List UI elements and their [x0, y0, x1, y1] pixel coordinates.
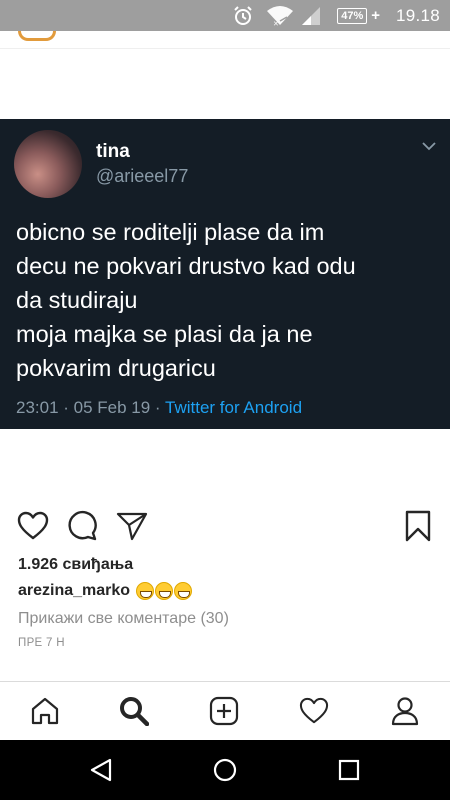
- laughing-emoji-icon: [136, 582, 155, 600]
- recents-button[interactable]: [334, 755, 364, 785]
- chevron-down-icon: [422, 139, 436, 153]
- post-time-ago: ПРЕ 7 Н: [18, 637, 65, 649]
- signal-icon: [300, 0, 322, 31]
- home-button[interactable]: [210, 755, 240, 785]
- nav-home[interactable]: [28, 694, 62, 728]
- nav-profile[interactable]: [388, 694, 422, 728]
- profile-icon: [391, 697, 419, 726]
- laughing-emoji-icon: [174, 582, 193, 600]
- tweet-author-name: tina: [96, 141, 130, 162]
- tweet-text: obicno se roditelji plase da im decu ne …: [16, 219, 356, 381]
- wifi-icon: ✕: [266, 0, 294, 31]
- status-bar: ✕ 47% + 19.18: [0, 0, 450, 31]
- home-icon: [31, 697, 59, 725]
- post-actions: [0, 508, 450, 544]
- nav-search[interactable]: [117, 694, 151, 728]
- tweet-meta: 23:01 · 05 Feb 19 · Twitter for Android: [16, 398, 302, 418]
- battery-charging-icon: 47% +: [337, 0, 380, 31]
- back-icon: [90, 758, 112, 782]
- status-time: 19.18: [395, 5, 440, 25]
- add-post-icon: [209, 696, 239, 726]
- post-header-strip: [0, 31, 450, 49]
- post-image-tweet[interactable]: tina @arieeel77 obicno se roditelji plas…: [0, 119, 450, 429]
- bottom-nav: [0, 681, 450, 740]
- laughing-emoji-icon: [155, 582, 174, 600]
- tweet-author-handle: @arieeel77: [96, 166, 189, 186]
- share-button[interactable]: [114, 508, 150, 544]
- caption-username[interactable]: arezina_marko: [18, 582, 130, 600]
- view-all-comments-link[interactable]: Прикажи све коментаре (30): [18, 610, 229, 628]
- tweet-avatar: [14, 130, 82, 198]
- search-icon: [120, 697, 149, 726]
- comment-button[interactable]: [64, 508, 100, 544]
- tweet-timestamp: 23:01 · 05 Feb 19 ·: [16, 398, 166, 417]
- battery-percent: 47%: [341, 9, 364, 22]
- save-button[interactable]: [400, 508, 436, 544]
- post-caption: arezina_marko: [18, 582, 193, 600]
- recents-icon: [338, 759, 360, 781]
- activity-heart-icon: [299, 697, 329, 724]
- system-nav-bar: [0, 740, 450, 800]
- comment-icon: [68, 510, 97, 541]
- like-button[interactable]: [15, 508, 51, 544]
- alarm-icon: [232, 0, 254, 31]
- back-button[interactable]: [86, 755, 116, 785]
- post-author-avatar[interactable]: [18, 31, 56, 41]
- likes-count[interactable]: 1.926 свиђања: [18, 556, 133, 574]
- nav-new-post[interactable]: [207, 694, 241, 728]
- send-icon: [116, 512, 148, 541]
- nav-activity[interactable]: [297, 694, 331, 728]
- bookmark-icon: [405, 510, 431, 542]
- tweet-source: Twitter for Android: [165, 398, 303, 417]
- home-circle-icon: [213, 758, 237, 782]
- svg-text:✕: ✕: [273, 20, 279, 27]
- heart-icon: [17, 511, 49, 540]
